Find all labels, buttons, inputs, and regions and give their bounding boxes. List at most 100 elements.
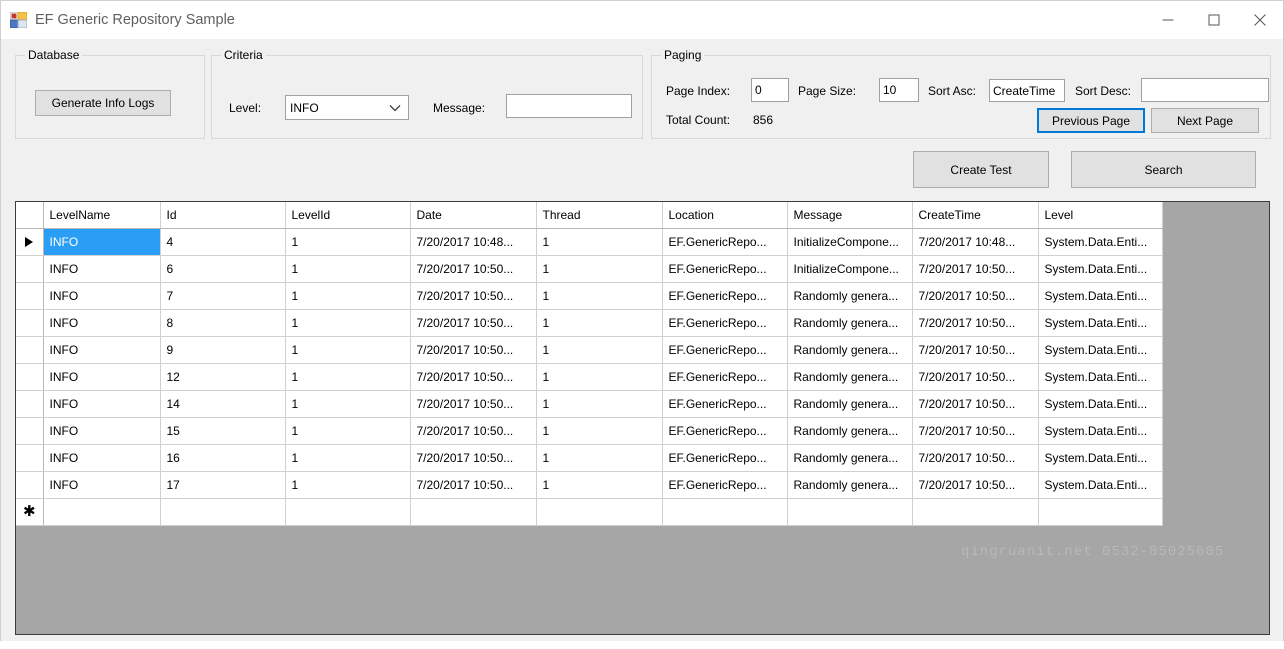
- grid-column-header-levelid[interactable]: LevelId: [285, 202, 410, 228]
- grid-cell-location[interactable]: EF.GenericRepo...: [662, 255, 787, 282]
- grid-cell-levelname[interactable]: INFO: [43, 309, 160, 336]
- grid-cell-message[interactable]: [787, 498, 912, 525]
- grid-row-header[interactable]: [16, 255, 43, 282]
- grid-row-header[interactable]: [16, 336, 43, 363]
- grid-cell-levelname[interactable]: INFO: [43, 228, 160, 255]
- grid-cell-levelid[interactable]: 1: [285, 228, 410, 255]
- grid-cell-thread[interactable]: 1: [536, 255, 662, 282]
- grid-row-header[interactable]: [16, 417, 43, 444]
- grid-row-header[interactable]: [16, 228, 43, 255]
- grid-cell-levelid[interactable]: [285, 498, 410, 525]
- grid-cell-date[interactable]: 7/20/2017 10:50...: [410, 336, 536, 363]
- grid-cell-level[interactable]: System.Data.Enti...: [1038, 471, 1162, 498]
- grid-cell-date[interactable]: 7/20/2017 10:50...: [410, 282, 536, 309]
- grid-cell-levelname[interactable]: INFO: [43, 336, 160, 363]
- grid-cell-createtime[interactable]: 7/20/2017 10:50...: [912, 417, 1038, 444]
- grid-cell-id[interactable]: 7: [160, 282, 285, 309]
- grid-cell-message[interactable]: InitializeCompone...: [787, 228, 912, 255]
- grid-cell-createtime[interactable]: 7/20/2017 10:50...: [912, 390, 1038, 417]
- grid-cell-thread[interactable]: 1: [536, 363, 662, 390]
- previous-page-button[interactable]: Previous Page: [1037, 108, 1145, 133]
- grid-cell-levelname[interactable]: INFO: [43, 282, 160, 309]
- grid-cell-levelid[interactable]: 1: [285, 282, 410, 309]
- grid-cell-message[interactable]: Randomly genera...: [787, 471, 912, 498]
- grid-row-header[interactable]: [16, 471, 43, 498]
- grid-cell-createtime[interactable]: 7/20/2017 10:50...: [912, 282, 1038, 309]
- grid-cell-levelid[interactable]: 1: [285, 417, 410, 444]
- grid-cell-message[interactable]: Randomly genera...: [787, 363, 912, 390]
- grid-cell-levelid[interactable]: 1: [285, 390, 410, 417]
- grid-cell-location[interactable]: EF.GenericRepo...: [662, 336, 787, 363]
- grid-cell-createtime[interactable]: 7/20/2017 10:50...: [912, 255, 1038, 282]
- grid-cell-thread[interactable]: 1: [536, 228, 662, 255]
- grid-cell-level[interactable]: System.Data.Enti...: [1038, 417, 1162, 444]
- table-row[interactable]: INFO417/20/2017 10:48...1EF.GenericRepo.…: [16, 228, 1162, 255]
- grid-cell-level[interactable]: System.Data.Enti...: [1038, 390, 1162, 417]
- grid-column-header-message[interactable]: Message: [787, 202, 912, 228]
- grid-column-header-date[interactable]: Date: [410, 202, 536, 228]
- grid-cell-createtime[interactable]: 7/20/2017 10:50...: [912, 444, 1038, 471]
- grid-cell-levelname[interactable]: INFO: [43, 417, 160, 444]
- grid-row-header[interactable]: [16, 309, 43, 336]
- grid-cell-location[interactable]: EF.GenericRepo...: [662, 390, 787, 417]
- grid-cell-message[interactable]: InitializeCompone...: [787, 255, 912, 282]
- grid-cell-createtime[interactable]: 7/20/2017 10:48...: [912, 228, 1038, 255]
- sort-asc-input[interactable]: CreateTime: [989, 79, 1065, 102]
- grid-column-header-level[interactable]: Level: [1038, 202, 1162, 228]
- grid-cell-message[interactable]: Randomly genera...: [787, 309, 912, 336]
- grid-row-header[interactable]: [16, 363, 43, 390]
- grid-column-header-createtime[interactable]: CreateTime: [912, 202, 1038, 228]
- grid-row-header[interactable]: [16, 390, 43, 417]
- grid-cell-levelname[interactable]: INFO: [43, 390, 160, 417]
- grid-cell-levelname[interactable]: INFO: [43, 363, 160, 390]
- grid-cell-thread[interactable]: 1: [536, 282, 662, 309]
- grid-cell-createtime[interactable]: 7/20/2017 10:50...: [912, 336, 1038, 363]
- grid-cell-id[interactable]: 4: [160, 228, 285, 255]
- grid-cell-message[interactable]: Randomly genera...: [787, 336, 912, 363]
- table-row[interactable]: INFO1417/20/2017 10:50...1EF.GenericRepo…: [16, 390, 1162, 417]
- grid-cell-level[interactable]: System.Data.Enti...: [1038, 282, 1162, 309]
- grid-cell-location[interactable]: EF.GenericRepo...: [662, 444, 787, 471]
- grid-cell-level[interactable]: System.Data.Enti...: [1038, 336, 1162, 363]
- grid-cell-date[interactable]: 7/20/2017 10:50...: [410, 471, 536, 498]
- grid-cell-levelid[interactable]: 1: [285, 336, 410, 363]
- grid-cell-location[interactable]: EF.GenericRepo...: [662, 363, 787, 390]
- grid-cell-levelname[interactable]: [43, 498, 160, 525]
- grid-cell-location[interactable]: EF.GenericRepo...: [662, 228, 787, 255]
- table-row[interactable]: INFO817/20/2017 10:50...1EF.GenericRepo.…: [16, 309, 1162, 336]
- grid-cell-id[interactable]: 14: [160, 390, 285, 417]
- grid-cell-date[interactable]: 7/20/2017 10:50...: [410, 309, 536, 336]
- grid-cell-id[interactable]: 12: [160, 363, 285, 390]
- grid-cell-id[interactable]: 15: [160, 417, 285, 444]
- grid-cell-date[interactable]: [410, 498, 536, 525]
- grid-cell-message[interactable]: Randomly genera...: [787, 282, 912, 309]
- grid-cell-thread[interactable]: [536, 498, 662, 525]
- grid-cell-levelname[interactable]: INFO: [43, 444, 160, 471]
- grid-cell-date[interactable]: 7/20/2017 10:50...: [410, 390, 536, 417]
- generate-info-logs-button[interactable]: Generate Info Logs: [35, 90, 171, 116]
- table-row[interactable]: INFO917/20/2017 10:50...1EF.GenericRepo.…: [16, 336, 1162, 363]
- grid-cell-date[interactable]: 7/20/2017 10:50...: [410, 444, 536, 471]
- grid-cell-levelname[interactable]: INFO: [43, 471, 160, 498]
- grid-cell-thread[interactable]: 1: [536, 336, 662, 363]
- table-row[interactable]: INFO1617/20/2017 10:50...1EF.GenericRepo…: [16, 444, 1162, 471]
- grid-row-header[interactable]: [16, 282, 43, 309]
- table-row[interactable]: INFO1217/20/2017 10:50...1EF.GenericRepo…: [16, 363, 1162, 390]
- grid-cell-date[interactable]: 7/20/2017 10:48...: [410, 228, 536, 255]
- grid-cell-location[interactable]: EF.GenericRepo...: [662, 417, 787, 444]
- grid-row-header[interactable]: ✱: [16, 498, 43, 525]
- grid-corner-header[interactable]: [16, 202, 43, 228]
- grid-cell-level[interactable]: System.Data.Enti...: [1038, 444, 1162, 471]
- grid-cell-createtime[interactable]: 7/20/2017 10:50...: [912, 309, 1038, 336]
- grid-cell-message[interactable]: Randomly genera...: [787, 444, 912, 471]
- page-index-input[interactable]: 0: [751, 78, 789, 102]
- grid-column-header-levelname[interactable]: LevelName: [43, 202, 160, 228]
- grid-cell-levelid[interactable]: 1: [285, 444, 410, 471]
- grid-cell-location[interactable]: EF.GenericRepo...: [662, 471, 787, 498]
- grid-cell-thread[interactable]: 1: [536, 444, 662, 471]
- grid-row-header[interactable]: [16, 444, 43, 471]
- grid-cell-levelid[interactable]: 1: [285, 471, 410, 498]
- close-button[interactable]: [1237, 1, 1283, 38]
- grid-cell-thread[interactable]: 1: [536, 390, 662, 417]
- message-input[interactable]: [506, 94, 632, 118]
